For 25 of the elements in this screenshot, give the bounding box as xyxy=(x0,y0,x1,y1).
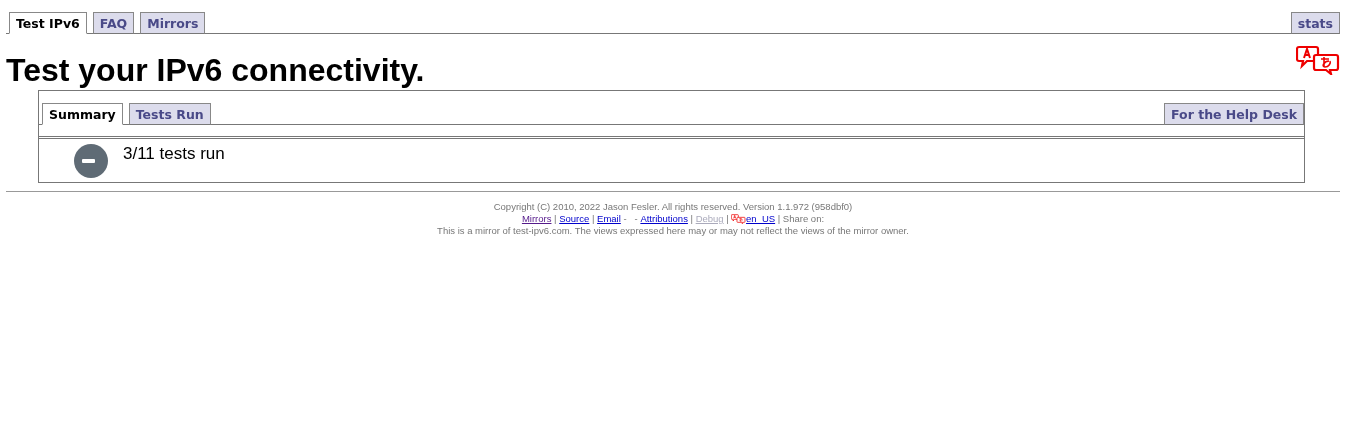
page-title: Test your IPv6 connectivity. xyxy=(6,52,425,88)
separator-text: | xyxy=(590,213,596,225)
translate-icon[interactable] xyxy=(1296,45,1340,75)
tab[interactable]: stats xyxy=(1290,12,1340,34)
tab[interactable]: Summary xyxy=(42,103,123,125)
separator-text: | xyxy=(553,213,558,225)
separator-text: | xyxy=(689,213,694,225)
tab[interactable]: Test IPv6 xyxy=(9,12,87,34)
footer-link[interactable]: Email xyxy=(597,213,621,225)
footer-link[interactable]: en_US xyxy=(746,213,776,225)
footer-link[interactable]: Mirrors xyxy=(521,213,552,225)
separator-text: | Share on: xyxy=(776,213,825,225)
footer-link[interactable]: Attributions xyxy=(640,213,688,225)
mirror-note: This is a mirror of test-ipv6.com. The views expressed here may or may not reflect the views of the mirror owner. xyxy=(436,225,910,237)
translate-icon[interactable] xyxy=(731,214,747,224)
status-text: 3/11 tests run xyxy=(123,144,225,164)
tab[interactable]: FAQ xyxy=(92,12,135,34)
separator-text: - - xyxy=(622,213,639,225)
tab[interactable]: Tests Run xyxy=(128,103,211,125)
footer-link[interactable]: Source xyxy=(559,213,590,225)
minus-circle-icon xyxy=(73,143,109,179)
separator-text: | xyxy=(725,213,730,225)
tab[interactable]: Mirrors xyxy=(140,12,206,34)
tab[interactable]: For the Help Desk xyxy=(1164,103,1304,125)
copyright-text: Copyright (C) 2010, 2022 Jason Fesler. All rights reserved. Version 1.1.972 (958dbf0) xyxy=(492,201,854,213)
